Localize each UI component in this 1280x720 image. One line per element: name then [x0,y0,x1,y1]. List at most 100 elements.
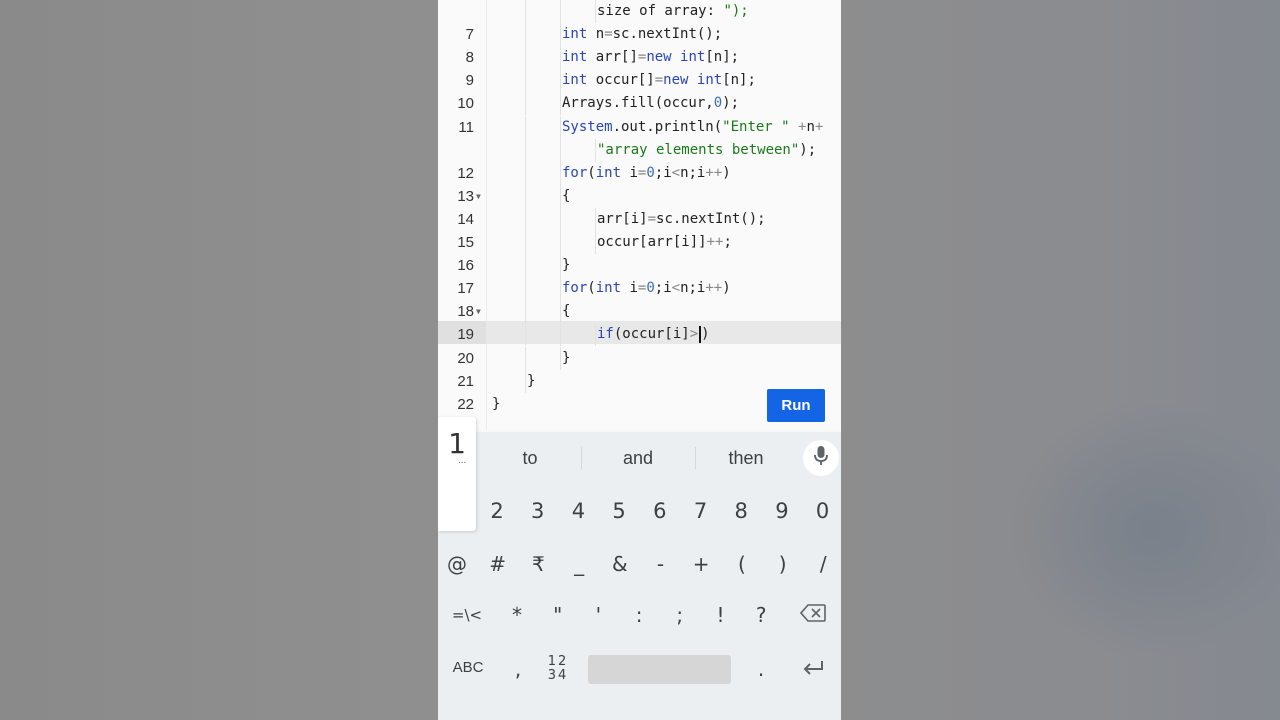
suggestion-to[interactable]: to [476,448,584,469]
symbol-key[interactable]: / [803,539,841,589]
code-line[interactable]: "array elements between"); [438,139,841,162]
period-key[interactable]: . [741,644,781,694]
code-text: } [492,396,501,412]
symbol-key[interactable]: _ [559,539,599,589]
digit-key[interactable]: 3 [518,486,558,536]
enter-icon [802,657,824,681]
punctuation-key[interactable]: ! [701,590,741,640]
punctuation-key[interactable]: : [619,590,659,640]
suggestion-then[interactable]: then [692,448,800,469]
comma-key[interactable]: , [498,644,538,694]
phone-screen: size of array: "); 7 int n=sc.nextInt(); 8 i… [438,0,841,720]
digit-key[interactable]: 7 [681,486,721,536]
digit-key[interactable]: 0 [803,486,841,536]
code-text: } [562,350,571,366]
symbol-key[interactable]: ( [722,539,762,589]
digit-key[interactable]: 8 [721,486,761,536]
digit-key[interactable]: 4 [558,486,598,536]
punctuation-key[interactable]: ' [578,590,618,640]
symbol-key[interactable]: # [478,539,518,589]
punctuation-key[interactable]: ? [741,590,781,640]
line-number: 21 [457,373,474,390]
code-text: Arrays.fill(occur,0); [562,95,740,111]
indent-guide [560,185,561,208]
symbol-key[interactable]: & [600,539,640,589]
punctuation-key[interactable]: * [497,590,537,640]
symbol-key[interactable]: ₹ [518,539,558,589]
background-shade [1000,400,1280,660]
on-screen-keyboard: to and then 234567890 @ # ₹ _ & - +() / =\< * " ':… [438,432,841,720]
digit-key[interactable]: 6 [640,486,680,536]
numpad-key[interactable]: 12 34 [538,644,578,694]
punctuation-key[interactable]: =\< [447,590,487,640]
code-line[interactable]: 16} [438,254,841,277]
backspace-key[interactable] [793,590,833,640]
code-line[interactable]: 20} [438,347,841,370]
indent-guide [560,23,561,46]
indent-guide [560,162,561,185]
symbol-key[interactable]: ) [763,539,803,589]
code-line[interactable]: 10 Arrays.fill(occur,0); [438,92,841,115]
code-editor[interactable]: size of array: "); 7 int n=sc.nextInt(); 8 i… [438,0,841,430]
suggestion-divider [581,447,582,469]
indent-guide [595,208,596,231]
line-number: 10 [457,95,474,112]
digit-key[interactable]: 5 [599,486,639,536]
punctuation-key[interactable]: " [538,590,578,640]
code-line[interactable]: 19 if(occur[i]>) [438,323,841,346]
indent-guide [560,116,561,139]
abc-key[interactable]: ABC [438,642,498,692]
code-line[interactable]: size of array: "); [438,0,841,23]
code-line[interactable]: 8 int arr[]=new int[n]; [438,46,841,69]
code-line[interactable]: 12 for(int i=0;i<n;i++) [438,162,841,185]
code-line[interactable]: 11 System.out.println("Enter " +n+ [438,116,841,139]
code-text: occur[arr[i]]++; [597,234,732,250]
fold-arrow-icon[interactable]: ▼ [476,300,481,323]
indent-guide [525,46,526,69]
symbol-key[interactable]: - [641,539,681,589]
line-number: 18 [457,303,474,320]
indent-guide [525,300,526,323]
indent-guide [525,23,526,46]
indent-guide [525,162,526,185]
backspace-icon [799,603,826,627]
line-number: 12 [457,165,474,182]
line-number: 16 [457,257,474,274]
code-line[interactable]: 7 int n=sc.nextInt(); [438,23,841,46]
symbol-key[interactable]: @ [438,539,477,589]
mic-button[interactable] [803,440,839,476]
line-number: 22 [457,396,474,413]
code-text: int n=sc.nextInt(); [562,26,723,42]
code-text: int arr[]=new int[n]; [562,49,740,65]
symbol-key[interactable]: + [681,539,721,589]
code-line[interactable]: 14 arr[i]=sc.nextInt(); [438,208,841,231]
run-button[interactable]: Run [767,389,825,422]
suggestion-bar: to and then [438,432,841,482]
code-line[interactable]: 13 ▼ { [438,185,841,208]
indent-guide [595,0,596,23]
code-line[interactable]: 9 int occur[]=new int[n]; [438,69,841,92]
code-text: } [562,257,571,273]
digit-key[interactable]: 2 [477,486,517,536]
line-number: 13 [457,188,474,205]
suggestion-and[interactable]: and [584,448,692,469]
digit-key[interactable]: 9 [762,486,802,536]
numpad-label-top: 12 [547,654,569,669]
enter-key[interactable] [793,644,833,694]
code-text: arr[i]=sc.nextInt(); [597,211,766,227]
code-line[interactable]: 18 ▼ { [438,300,841,323]
indent-guide [560,300,561,323]
space-key[interactable] [588,655,731,684]
code-line[interactable]: 15 occur[arr[i]]++; [438,231,841,254]
code-text: size of array: "); [597,3,749,19]
punctuation-key[interactable]: ; [660,590,700,640]
indent-guide [595,231,596,254]
popup-digit[interactable]: 1 [438,427,476,460]
indent-guide [560,92,561,115]
indent-guide [525,347,526,370]
numpad-label-bottom: 34 [547,668,569,683]
fold-arrow-icon[interactable]: ▼ [476,185,481,208]
indent-guide [560,208,561,231]
code-line[interactable]: 17 for(int i=0;i<n;i++) [438,277,841,300]
code-text: for(int i=0;i<n;i++) [562,165,731,181]
